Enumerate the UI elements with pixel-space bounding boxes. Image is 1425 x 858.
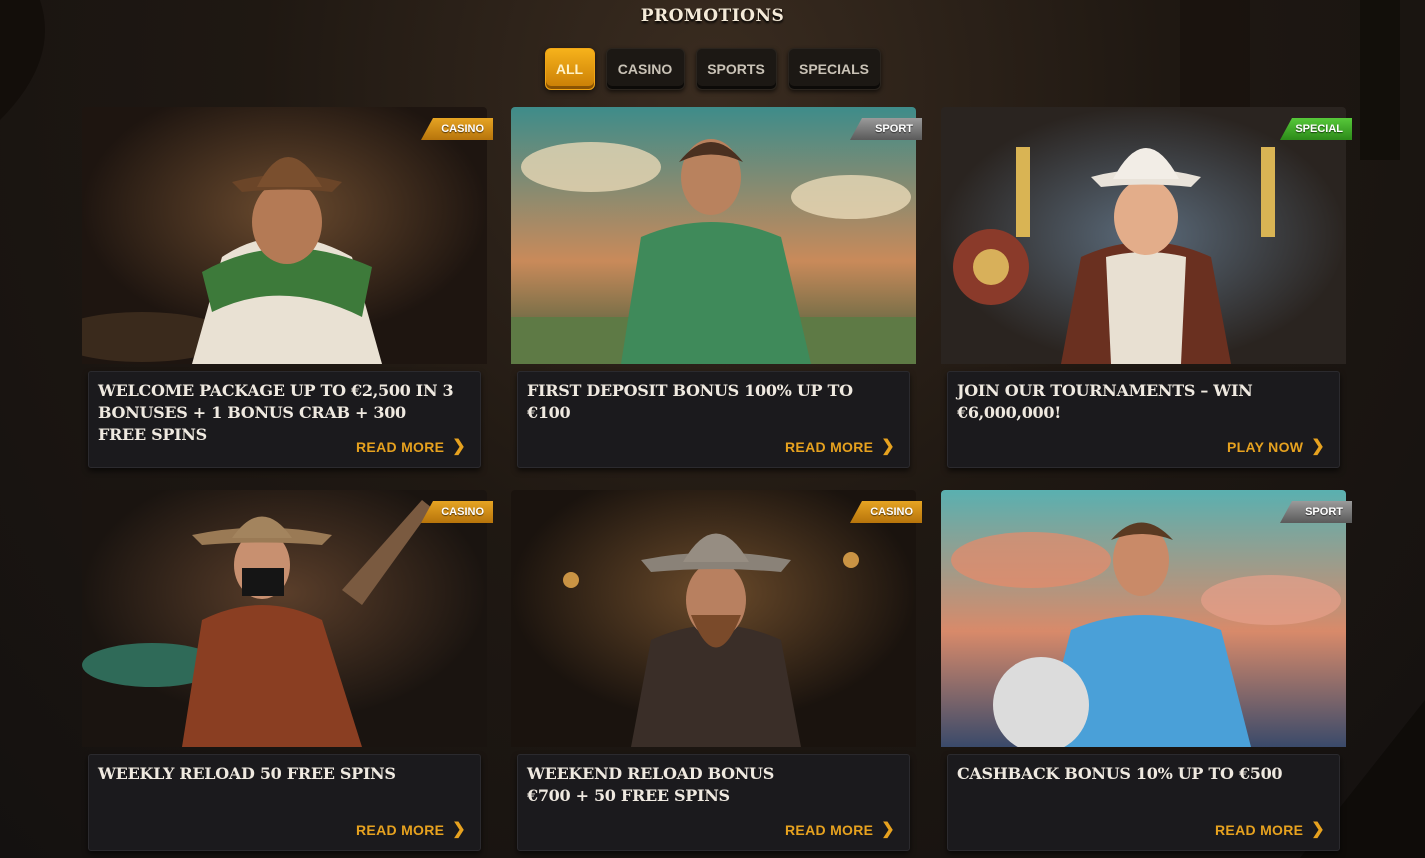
category-badge: CASINO bbox=[421, 501, 493, 523]
promo-card[interactable]: CASINO WELCOME PACKAGE UP TO €2,500 IN 3… bbox=[82, 107, 493, 471]
read-more-link[interactable]: READ MORE ❯ bbox=[785, 437, 895, 457]
action-label: READ MORE bbox=[785, 822, 874, 838]
category-badge: SPORT bbox=[1280, 501, 1352, 523]
category-badge: SPORT bbox=[850, 118, 922, 140]
promo-image bbox=[511, 490, 916, 747]
promo-image bbox=[82, 107, 487, 364]
tab-specials[interactable]: SPECIALS bbox=[787, 48, 881, 90]
promo-info-panel: WELCOME PACKAGE UP TO €2,500 IN 3 BONUSE… bbox=[88, 371, 481, 468]
promo-info-panel: JOIN OUR TOURNAMENTS – WIN €6,000,000! P… bbox=[947, 371, 1340, 468]
chevron-right-icon: ❯ bbox=[1311, 438, 1325, 455]
category-badge: CASINO bbox=[850, 501, 922, 523]
category-badge: CASINO bbox=[421, 118, 493, 140]
chevron-right-icon: ❯ bbox=[1311, 821, 1325, 838]
promo-title: WEEKEND RELOAD BONUS €700 + 50 FREE SPIN… bbox=[527, 764, 774, 805]
promo-title: CASHBACK BONUS 10% UP TO €500 bbox=[957, 764, 1283, 783]
page-title: PROMOTIONS bbox=[640, 6, 785, 26]
promo-info-panel: WEEKLY RELOAD 50 FREE SPINS READ MORE ❯ bbox=[88, 754, 481, 851]
read-more-link[interactable]: READ MORE ❯ bbox=[785, 820, 895, 840]
chevron-right-icon: ❯ bbox=[881, 821, 895, 838]
tab-all[interactable]: ALL bbox=[544, 48, 595, 90]
action-label: READ MORE bbox=[356, 439, 445, 455]
promo-title: JOIN OUR TOURNAMENTS – WIN €6,000,000! bbox=[957, 381, 1253, 422]
promo-card[interactable]: SPORT FIRST DEPOSIT BONUS 100% UP TO €10… bbox=[511, 107, 922, 471]
chevron-right-icon: ❯ bbox=[452, 438, 466, 455]
promo-info-panel: FIRST DEPOSIT BONUS 100% UP TO €100 READ… bbox=[517, 371, 910, 468]
tab-casino[interactable]: CASINO bbox=[605, 48, 685, 90]
read-more-link[interactable]: READ MORE ❯ bbox=[356, 437, 466, 457]
promo-image bbox=[511, 107, 916, 364]
promo-title: WEEKLY RELOAD 50 FREE SPINS bbox=[98, 764, 396, 783]
promo-card[interactable]: CASINO WEEKLY RELOAD 50 FREE SPINS READ … bbox=[82, 490, 493, 854]
promo-image bbox=[941, 107, 1346, 364]
tab-sports[interactable]: SPORTS bbox=[695, 48, 777, 90]
chevron-right-icon: ❯ bbox=[452, 821, 466, 838]
category-tabs: ALL CASINO SPORTS SPECIALS bbox=[0, 48, 1425, 90]
promo-info-panel: CASHBACK BONUS 10% UP TO €500 READ MORE … bbox=[947, 754, 1340, 851]
action-label: PLAY NOW bbox=[1226, 439, 1304, 455]
promo-info-panel: WEEKEND RELOAD BONUS €700 + 50 FREE SPIN… bbox=[517, 754, 910, 851]
category-badge: SPECIAL bbox=[1280, 118, 1352, 140]
promo-image bbox=[941, 490, 1346, 747]
action-label: READ MORE bbox=[1215, 822, 1304, 838]
action-label: READ MORE bbox=[356, 822, 445, 838]
promo-title: FIRST DEPOSIT BONUS 100% UP TO €100 bbox=[527, 381, 853, 422]
read-more-link[interactable]: READ MORE ❯ bbox=[356, 820, 466, 840]
action-label: READ MORE bbox=[785, 439, 874, 455]
chevron-right-icon: ❯ bbox=[881, 438, 895, 455]
promo-card[interactable]: SPORT CASHBACK BONUS 10% UP TO €500 READ… bbox=[941, 490, 1352, 854]
play-now-link[interactable]: PLAY NOW ❯ bbox=[1227, 437, 1325, 457]
promo-card[interactable]: SPECIAL JOIN OUR TOURNAMENTS – WIN €6,00… bbox=[941, 107, 1352, 471]
read-more-link[interactable]: READ MORE ❯ bbox=[1215, 820, 1325, 840]
promo-image bbox=[82, 490, 487, 747]
promo-card[interactable]: CASINO WEEKEND RELOAD BONUS €700 + 50 FR… bbox=[511, 490, 922, 854]
